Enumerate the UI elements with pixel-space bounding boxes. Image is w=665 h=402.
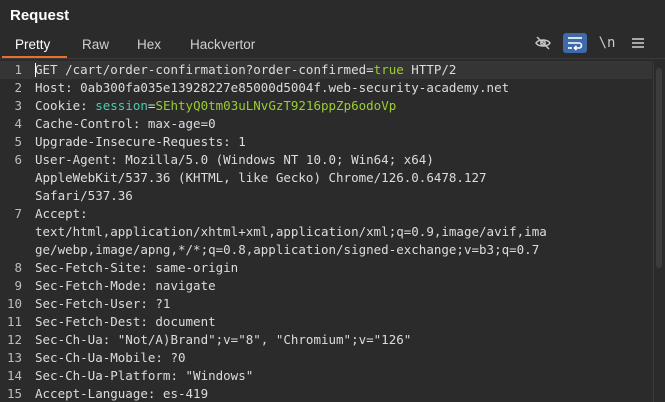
header-text: text/html,application/xhtml+xml,applicat…	[35, 224, 547, 239]
text-caret	[35, 63, 36, 77]
code-text: Upgrade-Insecure-Requests: 1	[35, 133, 246, 151]
cookie-name: session	[95, 98, 148, 113]
code-text: Sec-Fetch-Site: same-origin	[35, 259, 238, 277]
line-number: 12	[6, 332, 22, 347]
line-number: 15	[6, 386, 22, 401]
line-number: 6	[14, 152, 22, 167]
header-text: Cache-Control: max-age=0	[35, 116, 216, 131]
request-editor[interactable]: 1 GET /cart/order-confirmation?order-conf…	[0, 61, 652, 402]
code-text: Sec-Fetch-User: ?1	[35, 295, 170, 313]
code-text: User-Agent: Mozilla/5.0 (Windows NT 10.0…	[35, 151, 434, 169]
tab-divider	[0, 58, 665, 59]
code-text: Host: 0ab300fa035e13928227e85000d5004f.w…	[35, 79, 509, 97]
header-text: Sec-Fetch-Mode: navigate	[35, 278, 216, 293]
header-text: Sec-Ch-Ua: "Not/A)Brand";v="8", "Chromiu…	[35, 332, 412, 347]
code-text: ge/webp,image/apng,*/*;q=0.8,application…	[35, 241, 539, 259]
line-number: 1	[14, 62, 22, 77]
header-text: Sec-Fetch-User: ?1	[35, 296, 171, 311]
code-text: Cache-Control: max-age=0	[35, 115, 216, 133]
line-number: 10	[6, 296, 22, 311]
header-text: Accept-Language: es-419	[35, 386, 209, 401]
code-text: Sec-Ch-Ua: "Not/A)Brand";v="8", "Chromiu…	[35, 331, 411, 349]
header-text: User-Agent: Mozilla/5.0 (Windows NT 10.0…	[35, 152, 434, 167]
line-number: 9	[14, 278, 22, 293]
equals-sign: =	[366, 62, 374, 77]
code-text: Accept-Language: es-419	[35, 385, 208, 402]
scrollbar-thumb[interactable]	[656, 68, 662, 268]
code-text: Cookie: session=SEhtyQ0tm03uLNvGzT9216pp…	[35, 97, 396, 115]
param-value: true	[373, 62, 404, 77]
line-number: 3	[14, 98, 22, 113]
protocol-version: HTTP/2	[403, 62, 457, 77]
line-number: 7	[14, 206, 22, 221]
param-value: SEhtyQ0tm03uLNvGzT9216ppZp6odoVp	[155, 98, 397, 113]
line-number: 5	[14, 134, 22, 149]
header-text: Sec-Fetch-Dest: document	[35, 314, 216, 329]
wrap-lines-icon[interactable]	[563, 33, 587, 53]
header-text: Sec-Ch-Ua-Platform: "Windows"	[35, 368, 254, 383]
tab-raw[interactable]: Raw	[82, 37, 109, 52]
panel-title: Request	[10, 7, 70, 24]
eye-slash-icon[interactable]	[532, 33, 554, 53]
menu-icon[interactable]	[628, 33, 648, 53]
line-number: 14	[6, 368, 22, 383]
code-text: text/html,application/xhtml+xml,applicat…	[35, 223, 547, 241]
tab-pretty[interactable]: Pretty	[15, 37, 50, 52]
line-number: 4	[14, 116, 22, 131]
tab-hex[interactable]: Hex	[137, 37, 161, 52]
header-text: Accept:	[35, 206, 88, 221]
header-key: Cookie:	[35, 98, 96, 113]
header-text: Sec-Ch-Ua-Mobile: ?0	[35, 350, 186, 365]
code-text: Sec-Fetch-Dest: document	[35, 313, 216, 331]
line-number: 13	[6, 350, 22, 365]
code-text: Safari/537.36	[35, 187, 133, 205]
tab-hackvertor[interactable]: Hackvertor	[190, 37, 255, 52]
line-number: 2	[14, 80, 22, 95]
header-text: Sec-Fetch-Site: same-origin	[35, 260, 239, 275]
code-text: Sec-Ch-Ua-Mobile: ?0	[35, 349, 186, 367]
header-text: ge/webp,image/apng,*/*;q=0.8,application…	[35, 242, 540, 257]
code-text: Sec-Fetch-Mode: navigate	[35, 277, 216, 295]
line-number: 8	[14, 260, 22, 275]
header-text: Host: 0ab300fa035e13928227e85000d5004f.w…	[35, 80, 510, 95]
code-text: Accept:	[35, 205, 88, 223]
code-text: AppleWebKit/537.36 (KHTML, like Gecko) C…	[35, 169, 487, 187]
header-text: Safari/537.36	[35, 188, 133, 203]
code-text: Sec-Ch-Ua-Platform: "Windows"	[35, 367, 253, 385]
newline-icon[interactable]: \n	[596, 33, 618, 53]
header-text: AppleWebKit/537.36 (KHTML, like Gecko) C…	[35, 170, 487, 185]
header-key: GET /cart/order-confirmation?order-confi…	[35, 62, 367, 77]
line-number: 11	[6, 314, 22, 329]
code-text: GET /cart/order-confirmation?order-confi…	[35, 61, 456, 79]
header-text: Upgrade-Insecure-Requests: 1	[35, 134, 246, 149]
